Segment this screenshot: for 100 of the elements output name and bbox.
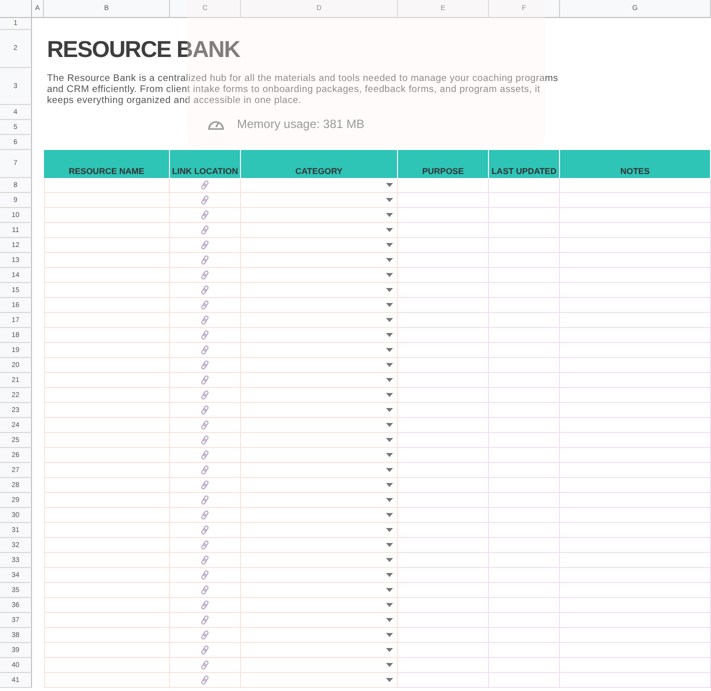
corner-cell[interactable] (0, 0, 32, 18)
link-icon[interactable] (200, 360, 210, 370)
table-cell[interactable] (489, 508, 560, 523)
table-cell[interactable] (398, 628, 489, 643)
table-cell[interactable] (241, 253, 398, 268)
link-icon[interactable] (200, 660, 210, 670)
table-cell[interactable] (489, 283, 560, 298)
table-cell[interactable] (560, 538, 711, 553)
table-cell[interactable] (170, 478, 241, 493)
dropdown-caret-icon[interactable] (386, 663, 393, 667)
table-cell[interactable] (489, 553, 560, 568)
table-cell[interactable] (398, 328, 489, 343)
table-cell[interactable] (489, 253, 560, 268)
dropdown-caret-icon[interactable] (386, 333, 393, 337)
table-cell[interactable] (398, 583, 489, 598)
dropdown-caret-icon[interactable] (386, 543, 393, 547)
table-cell[interactable] (560, 268, 711, 283)
table-cell[interactable] (398, 238, 489, 253)
dropdown-caret-icon[interactable] (386, 618, 393, 622)
table-cell[interactable] (44, 403, 170, 418)
table-cell[interactable] (489, 223, 560, 238)
table-cell[interactable] (44, 268, 170, 283)
link-icon[interactable] (200, 645, 210, 655)
table-cell[interactable] (560, 583, 711, 598)
table-cell[interactable] (398, 178, 489, 193)
table-cell[interactable] (44, 313, 170, 328)
table-cell[interactable] (560, 298, 711, 313)
dropdown-caret-icon[interactable] (386, 588, 393, 592)
link-icon[interactable] (200, 525, 210, 535)
table-cell[interactable] (489, 463, 560, 478)
table-cell[interactable] (489, 448, 560, 463)
table-cell[interactable] (398, 223, 489, 238)
table-cell[interactable] (170, 298, 241, 313)
table-cell[interactable] (44, 628, 170, 643)
link-icon[interactable] (200, 240, 210, 250)
table-cell[interactable] (560, 643, 711, 658)
table-cell[interactable] (44, 178, 170, 193)
dropdown-caret-icon[interactable] (386, 513, 393, 517)
table-cell[interactable] (44, 613, 170, 628)
table-cell[interactable] (398, 283, 489, 298)
table-cell[interactable] (170, 403, 241, 418)
table-cell[interactable] (44, 388, 170, 403)
table-cell[interactable] (489, 493, 560, 508)
table-cell[interactable] (398, 508, 489, 523)
table-cell[interactable] (44, 328, 170, 343)
table-cell[interactable] (44, 568, 170, 583)
dropdown-caret-icon[interactable] (386, 228, 393, 232)
table-cell[interactable] (241, 208, 398, 223)
table-cell[interactable] (241, 553, 398, 568)
table-cell[interactable] (241, 658, 398, 673)
table-cell[interactable] (489, 478, 560, 493)
link-icon[interactable] (200, 300, 210, 310)
table-cell[interactable] (560, 508, 711, 523)
table-cell[interactable] (44, 373, 170, 388)
table-cell[interactable] (170, 538, 241, 553)
dropdown-caret-icon[interactable] (386, 558, 393, 562)
table-cell[interactable] (560, 418, 711, 433)
dropdown-caret-icon[interactable] (386, 453, 393, 457)
table-cell[interactable] (489, 583, 560, 598)
table-cell[interactable] (398, 433, 489, 448)
table-cell[interactable] (241, 268, 398, 283)
table-cell[interactable] (560, 178, 711, 193)
dropdown-caret-icon[interactable] (386, 648, 393, 652)
dropdown-caret-icon[interactable] (386, 468, 393, 472)
table-cell[interactable] (241, 298, 398, 313)
table-cell[interactable] (398, 598, 489, 613)
table-cell[interactable] (560, 673, 711, 688)
dropdown-caret-icon[interactable] (386, 423, 393, 427)
table-cell[interactable] (170, 463, 241, 478)
table-cell[interactable] (170, 313, 241, 328)
table-cell[interactable] (241, 613, 398, 628)
link-icon[interactable] (200, 210, 210, 220)
table-cell[interactable] (489, 568, 560, 583)
link-icon[interactable] (200, 495, 210, 505)
table-cell[interactable] (398, 298, 489, 313)
table-cell[interactable] (489, 193, 560, 208)
dropdown-caret-icon[interactable] (386, 198, 393, 202)
link-icon[interactable] (200, 255, 210, 265)
table-cell[interactable] (44, 478, 170, 493)
dropdown-caret-icon[interactable] (386, 363, 393, 367)
link-icon[interactable] (200, 435, 210, 445)
link-icon[interactable] (200, 315, 210, 325)
table-cell[interactable] (241, 403, 398, 418)
dropdown-caret-icon[interactable] (386, 183, 393, 187)
table-cell[interactable] (398, 553, 489, 568)
link-icon[interactable] (200, 600, 210, 610)
table-cell[interactable] (170, 523, 241, 538)
table-cell[interactable] (44, 538, 170, 553)
table-cell[interactable] (170, 253, 241, 268)
table-cell[interactable] (560, 253, 711, 268)
table-cell[interactable] (489, 418, 560, 433)
link-icon[interactable] (200, 465, 210, 475)
table-cell[interactable] (44, 463, 170, 478)
table-cell[interactable] (560, 598, 711, 613)
table-cell[interactable] (398, 418, 489, 433)
dropdown-caret-icon[interactable] (386, 483, 393, 487)
table-cell[interactable] (398, 658, 489, 673)
table-cell[interactable] (241, 418, 398, 433)
table-cell[interactable] (170, 358, 241, 373)
table-cell[interactable] (44, 358, 170, 373)
